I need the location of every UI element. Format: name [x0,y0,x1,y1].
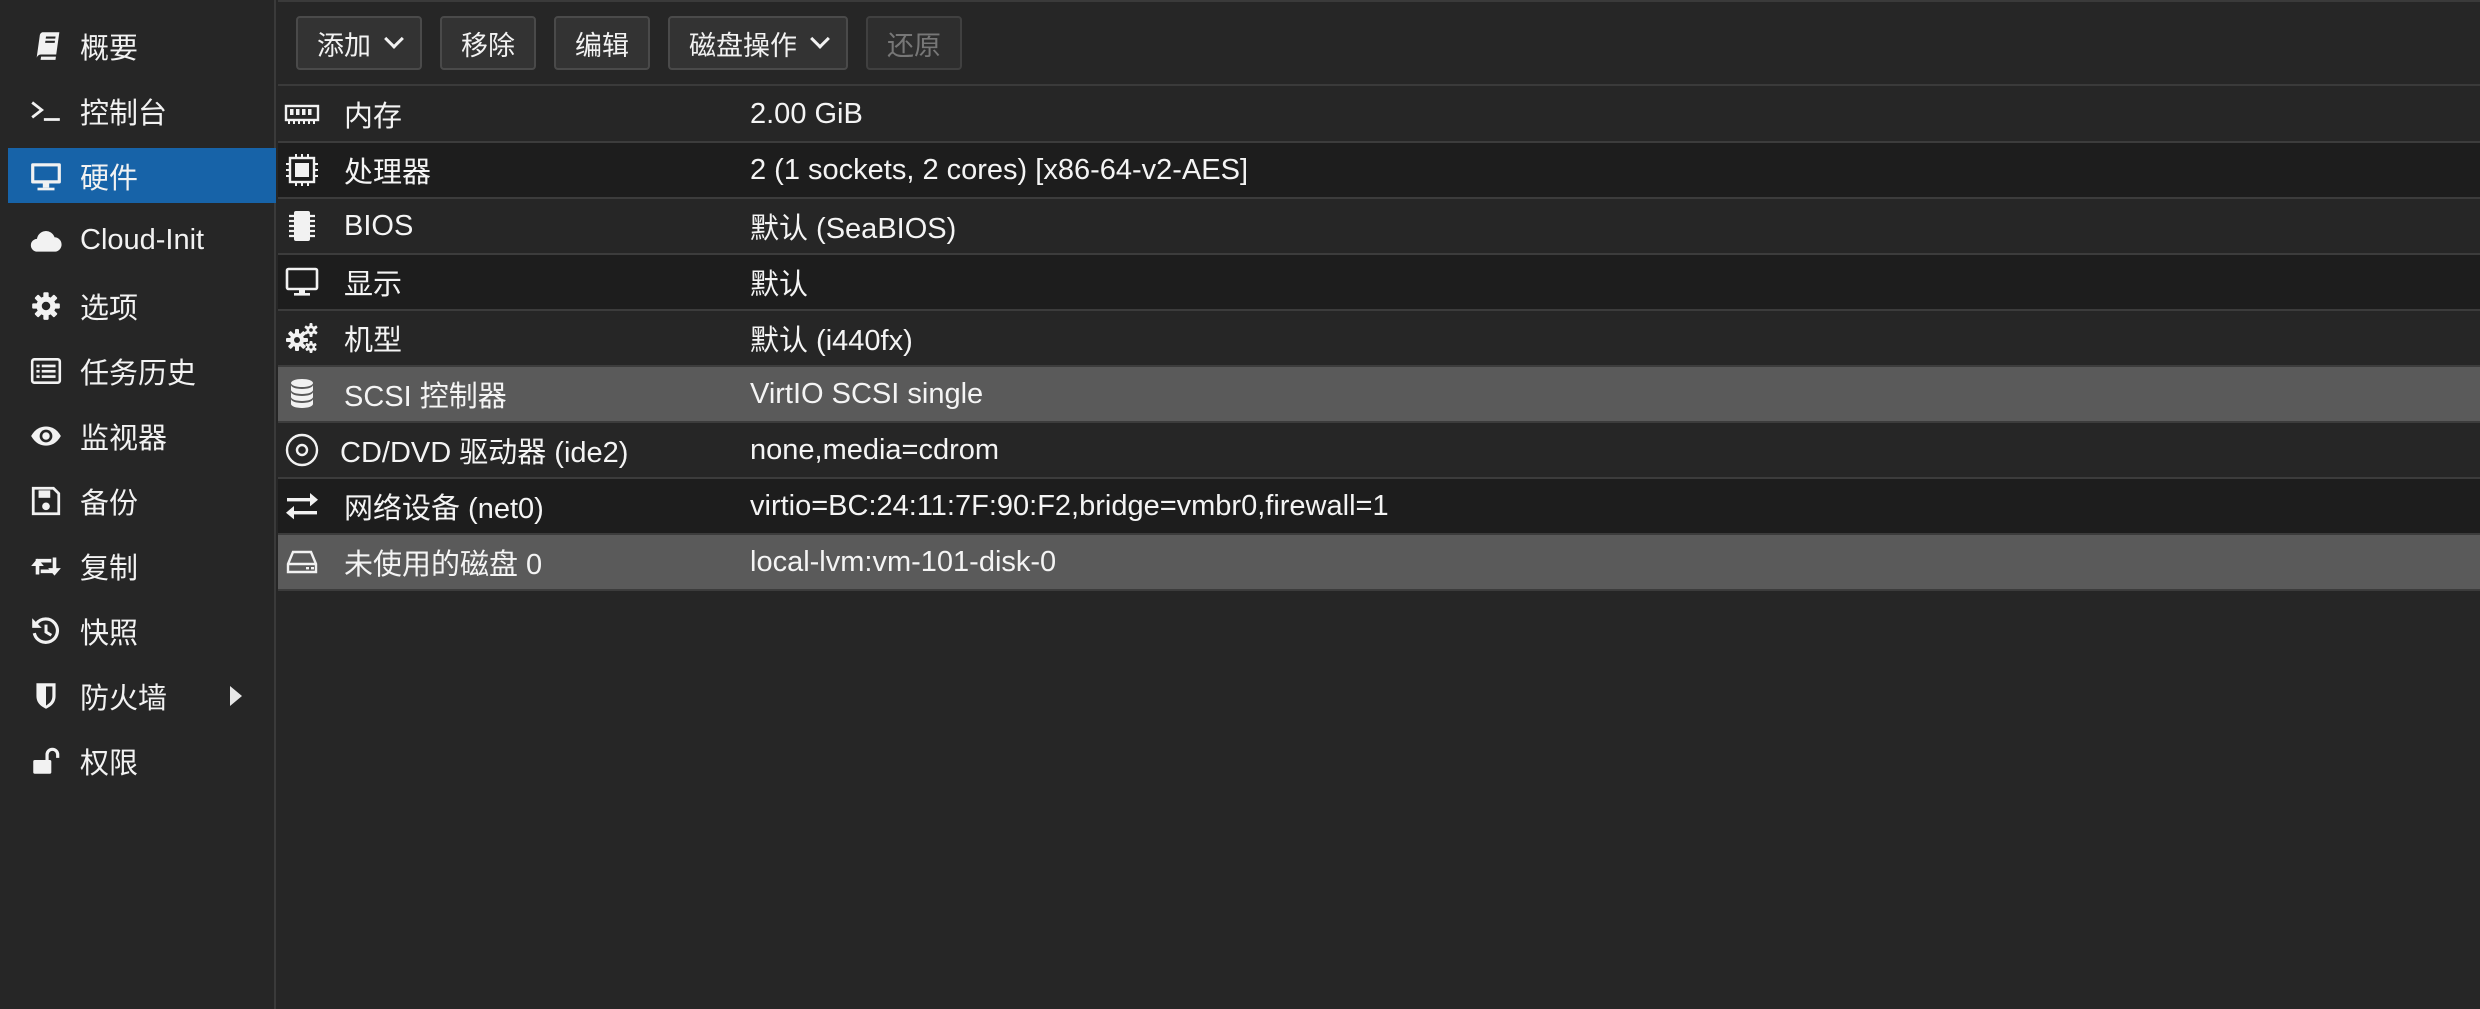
expand-arrow-icon[interactable] [230,685,242,706]
sidebar-item-label: 选项 [80,292,139,325]
sidebar-item-label: 防火墙 [80,682,168,715]
sidebar-item-label: 监视器 [80,422,168,455]
sidebar-item-label: 硬件 [80,162,139,195]
row-value: local-lvm:vm-101-disk-0 [750,545,1057,578]
table-row[interactable]: 网络设备 (net0) virtio=BC:24:11:7F:90:F2,bri… [278,479,2480,535]
row-name: SCSI 控制器 [344,381,507,413]
name-cell: CD/DVD 驱动器 (ide2) [278,429,750,471]
add-button[interactable]: 添加 [296,16,422,70]
disk-action-button[interactable]: 磁盘操作 [668,16,848,70]
row-value: virtio=BC:24:11:7F:90:F2,bridge=vmbr0,fi… [750,489,1389,522]
floppy-icon [24,479,68,523]
sidebar: 概要 控制台 硬件 Cloud-Init 选项 任务历史 监视器 备份 复制 快… [0,0,276,1009]
shield-icon [24,674,68,718]
terminal-icon [24,89,68,133]
edit-button-label: 编辑 [575,30,629,61]
sidebar-item-label: 快照 [80,617,139,650]
remove-button[interactable]: 移除 [440,16,536,70]
table-row[interactable]: CD/DVD 驱动器 (ide2) none,media=cdrom [278,423,2480,479]
sidebar-item-options[interactable]: 选项 [8,278,276,333]
row-name: 机型 [344,325,403,357]
table-row[interactable]: 显示 默认 [278,255,2480,311]
desktop-icon [282,262,322,302]
sidebar-item-label: 复制 [80,552,139,585]
sidebar-item-label: 权限 [80,747,139,780]
toolbar: 添加 移除 编辑 磁盘操作 还原 [278,0,2480,86]
sidebar-item-snapshots[interactable]: 快照 [8,603,276,658]
cpu-icon [282,150,322,190]
sidebar-item-task-history[interactable]: 任务历史 [8,343,276,398]
sidebar-item-label: 概要 [80,32,139,65]
app-window: 概要 控制台 硬件 Cloud-Init 选项 任务历史 监视器 备份 复制 快… [0,0,2480,1009]
sidebar-item-monitor[interactable]: 监视器 [8,408,276,463]
monitor-icon [24,154,68,198]
sidebar-item-label: 控制台 [80,97,168,130]
row-name: 显示 [344,269,403,301]
cdrom-icon [282,430,322,470]
row-value: 2.00 GiB [750,97,863,130]
book-icon [24,24,68,68]
name-cell: 内存 [278,93,750,135]
table-row[interactable]: 机型 默认 (i440fx) [278,311,2480,367]
sidebar-item-permissions[interactable]: 权限 [8,733,276,788]
chevron-down-icon [384,29,404,49]
sidebar-item-label: 任务历史 [80,357,197,390]
sidebar-item-backup[interactable]: 备份 [8,473,276,528]
chevron-down-icon [810,29,830,49]
row-value: 默认 (i440fx) [750,325,913,357]
hardware-grid: 内存 2.00 GiB 处理器 2 (1 sockets, 2 cores) [… [278,87,2480,591]
microchip-icon [282,206,322,246]
row-name: CD/DVD 驱动器 (ide2) [340,437,629,469]
table-row[interactable]: 未使用的磁盘 0 local-lvm:vm-101-disk-0 [278,535,2480,591]
row-name: 网络设备 (net0) [344,493,544,525]
sidebar-item-replication[interactable]: 复制 [8,538,276,593]
gear-icon [24,284,68,328]
cogs-icon [282,318,322,358]
sidebar-item-label: 备份 [80,487,139,520]
name-cell: 网络设备 (net0) [278,485,750,527]
sidebar-item-console[interactable]: 控制台 [8,83,276,138]
unlock-icon [24,739,68,783]
sidebar-item-cloud-init[interactable]: Cloud-Init [8,213,276,268]
sidebar-item-label: Cloud-Init [80,224,205,256]
sidebar-item-hardware[interactable]: 硬件 [8,148,276,203]
revert-button-label: 还原 [887,30,941,61]
history-icon [24,609,68,653]
name-cell: BIOS [278,206,750,246]
row-value: 2 (1 sockets, 2 cores) [x86-64-v2-AES] [750,153,1249,186]
sidebar-item-summary[interactable]: 概要 [8,18,276,73]
row-value: VirtIO SCSI single [750,377,984,410]
row-name: 未使用的磁盘 0 [344,549,543,581]
main-panel: 添加 移除 编辑 磁盘操作 还原 内存 2.00 GiB 处理器 2 (1 so… [278,0,2480,1009]
table-row[interactable]: 处理器 2 (1 sockets, 2 cores) [x86-64-v2-AE… [278,143,2480,199]
database-icon [282,374,322,414]
exchange-icon [282,486,322,526]
retweet-icon [24,544,68,588]
row-value: none,media=cdrom [750,433,1000,466]
name-cell: 未使用的磁盘 0 [278,541,750,583]
table-row[interactable]: 内存 2.00 GiB [278,87,2480,143]
sidebar-item-firewall[interactable]: 防火墙 [8,668,276,723]
edit-button[interactable]: 编辑 [554,16,650,70]
remove-button-label: 移除 [461,30,515,61]
disk-action-button-label: 磁盘操作 [689,30,797,61]
row-value: 默认 [750,269,809,301]
row-value: 默认 (SeaBIOS) [750,213,957,245]
name-cell: SCSI 控制器 [278,373,750,415]
name-cell: 机型 [278,317,750,359]
cloud-icon [24,219,68,263]
table-row[interactable]: BIOS 默认 (SeaBIOS) [278,199,2480,255]
hdd-icon [282,542,322,582]
table-row[interactable]: SCSI 控制器 VirtIO SCSI single [278,367,2480,423]
add-button-label: 添加 [317,30,371,61]
name-cell: 处理器 [278,149,750,191]
list-icon [24,349,68,393]
memory-icon [282,94,322,134]
name-cell: 显示 [278,261,750,303]
row-name: 内存 [344,101,403,133]
row-name: BIOS [344,209,414,242]
revert-button[interactable]: 还原 [866,16,962,70]
row-name: 处理器 [344,157,432,189]
eye-icon [24,414,68,458]
